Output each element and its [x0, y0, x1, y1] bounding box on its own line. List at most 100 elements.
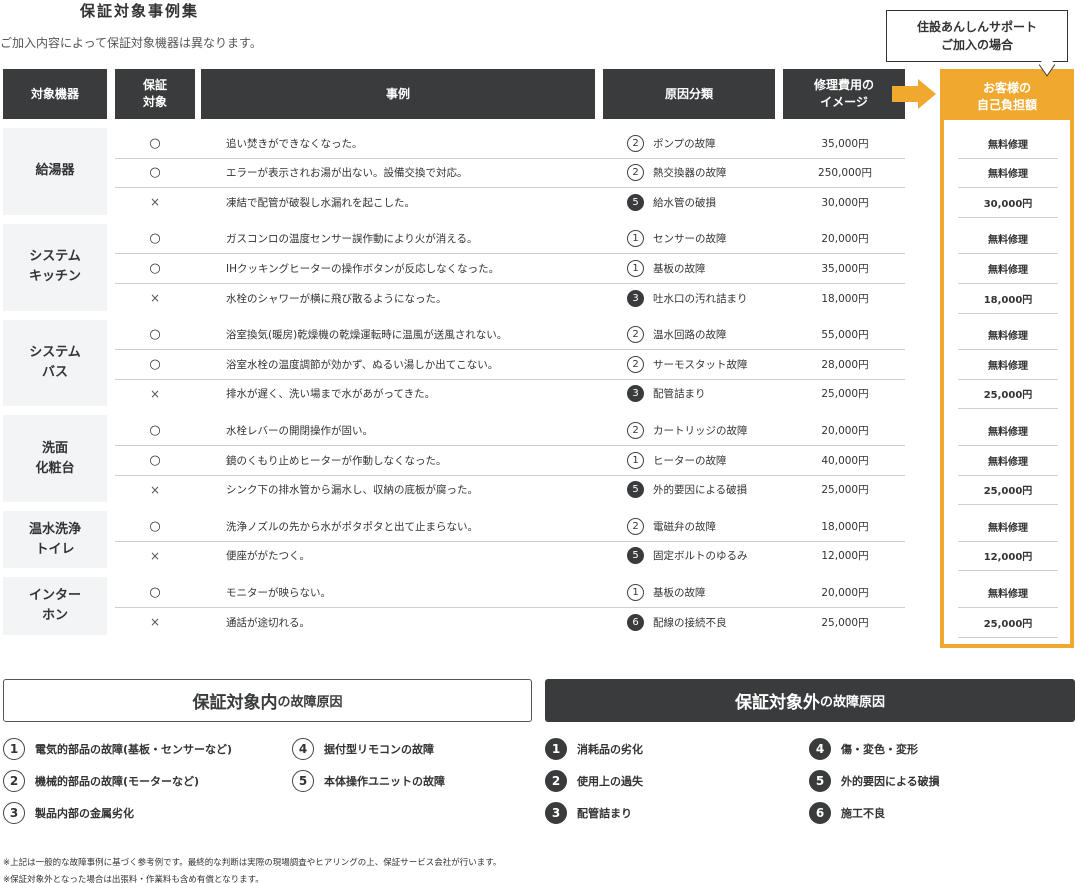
covered-cause-number: 4 — [292, 738, 314, 760]
case-example: 浴室水栓の温度調節が効かず、ぬるい湯しか出てこない。 — [226, 358, 499, 371]
covered-cause-label: 機械的部品の故障(モーターなど) — [35, 775, 200, 788]
uncovered-heading-main: 保証対象外 — [734, 693, 820, 713]
coverage-mark: × — [149, 548, 161, 563]
cause-number-badge: 5 — [627, 481, 644, 499]
cause-label: ポンプの故障 — [653, 137, 716, 150]
table-row: ○ 洗浄ノズルの先から水がポタポタと出て止まらない。 2 電磁弁の故障 18,000円 無… — [0, 511, 1075, 541]
uncovered-cause-label: 施工不良 — [841, 807, 885, 820]
coverage-mark: × — [149, 195, 161, 210]
repair-cost: 25,000円 — [821, 484, 869, 497]
table-row: × 水栓のシャワーが横に飛び散るようになった。 3 吐水口の汚れ詰まり 18,000円 1… — [0, 283, 1075, 313]
uncovered-cause-number: 3 — [545, 802, 567, 824]
table-row: ○ 追い焚きができなくなった。 2 ポンプの故障 35,000円 無料修理 — [0, 128, 1075, 158]
covered-cause-item: 3 製品内部の金属劣化 — [3, 802, 134, 824]
repair-cost: 250,000円 — [818, 167, 872, 180]
header-example-label: 事例 — [385, 86, 410, 101]
cause-number-badge: 2 — [627, 421, 644, 439]
uncovered-cause-label: 傷・変色・変形 — [841, 743, 918, 756]
cause-cell: 1 基板の故障 — [627, 253, 807, 283]
cause-number-badge: 2 — [627, 164, 644, 182]
uncovered-cause-item: 1 消耗品の劣化 — [545, 738, 643, 760]
covered-cause-number: 1 — [3, 738, 25, 760]
cause-number-badge: 5 — [627, 193, 644, 211]
pay-divider — [958, 570, 1058, 572]
self-pay-amount: 無料修理 — [988, 331, 1028, 343]
cause-cell: 5 固定ボルトのゆるみ — [627, 541, 807, 571]
uncovered-cause-label: 外的要因による破損 — [841, 775, 940, 788]
cause-label: 温水回路の故障 — [653, 329, 727, 342]
repair-cost: 20,000円 — [821, 424, 869, 437]
cause-number-badge: 2 — [627, 517, 644, 535]
cause-cell: 3 吐水口の汚れ詰まり — [627, 283, 807, 313]
covered-heading-sub: の故障原因 — [277, 695, 343, 710]
repair-cost: 30,000円 — [821, 196, 869, 209]
uncovered-heading-sub: の故障原因 — [819, 695, 885, 710]
cause-label: 基板の故障 — [653, 262, 706, 275]
header-cost-line-2: イメージ — [820, 95, 868, 109]
repair-cost: 25,000円 — [821, 616, 869, 629]
table-row: ○ モニターが映らない。 1 基板の故障 20,000円 無料修理 — [0, 577, 1075, 607]
cause-label: センサーの故障 — [653, 233, 727, 246]
coverage-mark: ○ — [149, 518, 161, 534]
cause-label: 基板の故障 — [653, 586, 706, 599]
repair-cost: 18,000円 — [821, 520, 869, 533]
cause-cell: 2 熱交換器の故障 — [627, 158, 807, 188]
coverage-mark: ○ — [149, 165, 161, 181]
coverage-mark: ○ — [149, 356, 161, 372]
covered-cause-number: 2 — [3, 770, 25, 792]
uncovered-cause-number: 2 — [545, 770, 567, 792]
header-cause-label: 原因分類 — [664, 86, 713, 101]
covered-cause-item: 5 本体操作ユニットの故障 — [292, 770, 445, 792]
table-row: ○ 浴室換気(暖房)乾燥機の乾燥運転時に温風が送風されない。 2 温水回路の故障 55,… — [0, 320, 1075, 350]
repair-cost: 28,000円 — [821, 358, 869, 371]
header-device: 対象機器 — [3, 69, 107, 119]
table-row: ○ 水栓レバーの開閉操作が固い。 2 カートリッジの故障 20,000円 無料修理 — [0, 415, 1075, 445]
cause-label: 給水管の破損 — [653, 196, 716, 209]
case-example: 凍結で配管が破裂し水漏れを起こした。 — [226, 196, 415, 209]
uncovered-cause-number: 5 — [809, 770, 831, 792]
cause-label: 配管詰まり — [653, 388, 706, 401]
cause-number-badge: 2 — [627, 355, 644, 373]
cause-number-badge: 2 — [627, 134, 644, 152]
callout-line-1: 住設あんしんサポート — [916, 20, 1037, 34]
repair-cost: 18,000円 — [821, 292, 869, 305]
table-row: ○ エラーが表示されお湯が出ない。設備交換で対応。 2 熱交換器の故障 250,000円… — [0, 158, 1075, 188]
uncovered-cause-item: 3 配管詰まり — [545, 802, 632, 824]
coverage-mark: × — [149, 386, 161, 401]
table-row: ○ IHクッキングヒーターの操作ボタンが反応しなくなった。 1 基板の故障 35,000… — [0, 253, 1075, 283]
repair-cost: 20,000円 — [821, 586, 869, 599]
uncovered-cause-label: 消耗品の劣化 — [577, 743, 643, 756]
case-example: ガスコンロの温度センサー誤作動により火が消える。 — [226, 233, 478, 246]
cause-cell: 1 基板の故障 — [627, 577, 807, 607]
covered-cause-item: 4 据付型リモコンの故障 — [292, 738, 434, 760]
cause-cell: 2 サーモスタット故障 — [627, 349, 807, 379]
cause-label: 外的要因による破損 — [653, 484, 748, 497]
self-pay-amount: 12,000円 — [983, 552, 1033, 564]
case-example: 水栓レバーの開閉操作が固い。 — [226, 424, 373, 437]
header-example: 事例 — [201, 69, 595, 119]
cause-cell: 5 外的要因による破損 — [627, 475, 807, 505]
covered-cause-number: 5 — [292, 770, 314, 792]
covered-cause-label: 据付型リモコンの故障 — [324, 743, 434, 756]
table-row: ○ ガスコンロの温度センサー誤作動により火が消える。 1 センサーの故障 20,000円… — [0, 224, 1075, 254]
header-covered: 保証 対象 — [115, 69, 195, 119]
repair-cost: 55,000円 — [821, 329, 869, 342]
header-cause: 原因分類 — [603, 69, 775, 119]
cause-number-badge: 6 — [627, 613, 644, 631]
header-pay-line-2: 自己負担額 — [976, 98, 1037, 112]
cause-number-badge: 3 — [627, 289, 644, 307]
cause-label: カートリッジの故障 — [653, 424, 748, 437]
header-covered-line-2: 対象 — [142, 95, 167, 109]
cause-cell: 1 ヒーターの故障 — [627, 445, 807, 475]
cause-cell: 2 温水回路の故障 — [627, 320, 807, 350]
case-example: 通話が途切れる。 — [226, 616, 310, 629]
covered-cause-label: 本体操作ユニットの故障 — [324, 775, 445, 788]
self-pay-amount: 無料修理 — [988, 456, 1028, 468]
page-title: 保証対象事例集 — [80, 2, 200, 20]
cause-number-badge: 1 — [627, 259, 644, 277]
case-example: 排水が遅く、洗い場まで水があがってきた。 — [226, 388, 436, 401]
coverage-mark: ○ — [149, 231, 161, 247]
case-example: シンク下の排水管から漏水し、収納の底板が腐った。 — [226, 484, 478, 497]
arrow-right-icon — [918, 79, 936, 109]
case-example: 浴室換気(暖房)乾燥機の乾燥運転時に温風が送風されない。 — [226, 329, 508, 342]
